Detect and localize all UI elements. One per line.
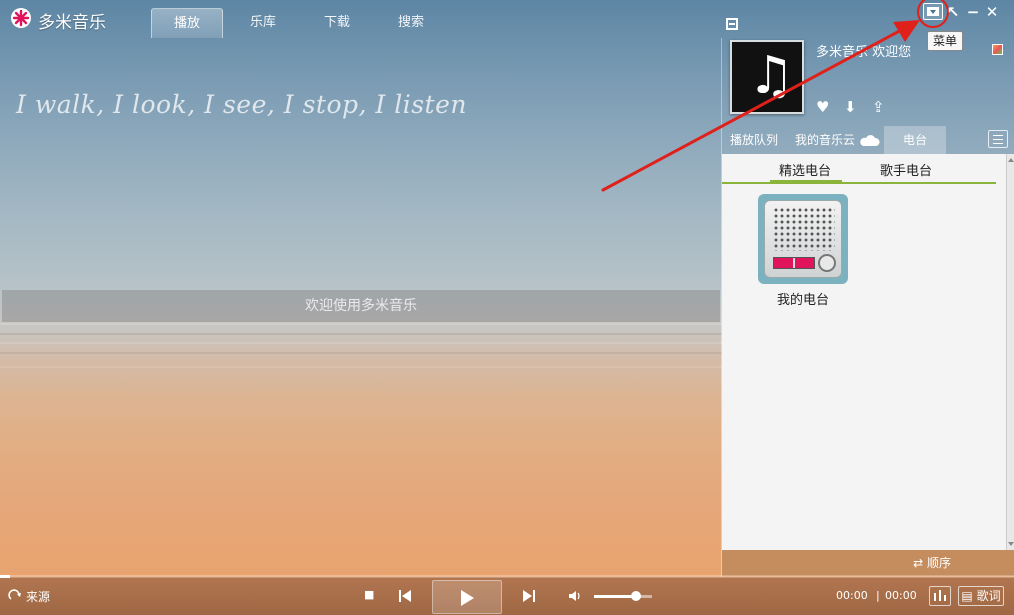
panel-tabs: 播放队列 我的音乐云 电台 [722,126,1014,154]
app-title: 多米音乐 [38,13,106,33]
dropdown-icon [930,10,936,14]
like-icon[interactable]: ♥ [816,98,829,116]
tab-search[interactable]: 搜索 [375,8,447,38]
minimize-button[interactable]: − [964,3,982,21]
lyrics-button[interactable]: ▤ 歌词 [958,586,1004,606]
radio-scrollbar[interactable] [1006,154,1014,550]
subtab-active-indicator [770,180,842,182]
close-button[interactable]: ✕ [983,3,1001,21]
stop-button[interactable]: ■ [364,588,374,601]
background-streak [0,323,722,325]
play-order-button[interactable]: ⇄ 顺序 [722,550,1014,576]
tab-play[interactable]: 播放 [151,8,223,38]
tab-play-queue[interactable]: 播放队列 [730,126,778,154]
equalizer-button[interactable] [929,586,951,606]
subtab-artist-radio[interactable]: 歌手电台 [880,160,932,179]
tab-music-cloud[interactable]: 我的音乐云 [795,126,855,154]
radio-content: 精选电台 歌手电台 我的电台 [722,154,1006,550]
player-bar: 来源 ■ 00:00 | 00:00 ▤ 歌词 [0,575,1014,615]
lyrics-label: 歌词 [976,589,1001,603]
background-streak [0,352,722,354]
time-separator: | [876,589,880,602]
music-note-icon: ♫ [748,46,795,106]
restore-button[interactable]: ↖ [944,3,962,21]
current-time: 00:00 [836,589,868,602]
play-icon [461,590,474,606]
source-icon [8,589,21,600]
scroll-down-icon[interactable] [1008,542,1014,546]
volume-icon[interactable] [568,590,582,602]
album-cover[interactable]: ♫ [730,40,804,114]
scroll-up-icon[interactable] [1008,158,1014,162]
volume-slider[interactable] [594,591,652,601]
tagline: I walk, I look, I see, I stop, I listen [16,90,467,119]
tab-library[interactable]: 乐库 [227,8,299,38]
title-bar: 多米音乐 播放 乐库 下载 搜索 ↖ − ✕ 菜单 [0,0,1014,51]
source-label[interactable]: 来源 [26,588,50,605]
tab-radio[interactable]: 电台 [884,126,946,154]
subtab-divider [722,182,996,184]
my-radio-card[interactable] [758,194,848,284]
share-icon[interactable]: ⇪ [872,98,885,116]
background-streak [0,342,722,344]
progress-bar[interactable] [0,575,1014,578]
previous-icon[interactable] [398,590,412,602]
next-icon[interactable] [522,590,536,602]
background-streak [0,366,722,368]
download-icon[interactable]: ⬇ [844,98,857,116]
radio-icon [764,200,842,278]
total-time: 00:00 [885,589,917,602]
menu-button[interactable] [923,3,943,20]
volume-handle[interactable] [630,591,641,601]
welcome-user-text: 多米音乐 欢迎您 [816,45,912,60]
lyrics-icon: ▤ [961,589,973,603]
progress-fill [0,575,11,578]
skin-icon[interactable] [992,44,1003,55]
cloud-icon [860,135,880,146]
right-panel: ♫ 多米音乐 欢迎您 ♥ ⬇ ⇪ 播放队列 我的音乐云 电台 精选电台 歌手电台 [721,18,1014,577]
play-button[interactable] [432,580,502,614]
subtab-featured-radio[interactable]: 精选电台 [779,160,831,179]
tab-download[interactable]: 下载 [301,8,373,38]
music-player-window: 多米音乐 播放 乐库 下载 搜索 ↖ − ✕ 菜单 I walk, I look… [0,0,1014,615]
volume-fill [594,595,636,598]
background-streak [0,333,722,335]
login-icon[interactable] [726,18,738,30]
list-view-icon[interactable] [988,130,1008,148]
welcome-banner: 欢迎使用多米音乐 [2,290,720,322]
my-radio-label: 我的电台 [776,293,829,308]
domi-logo-icon [11,8,31,28]
